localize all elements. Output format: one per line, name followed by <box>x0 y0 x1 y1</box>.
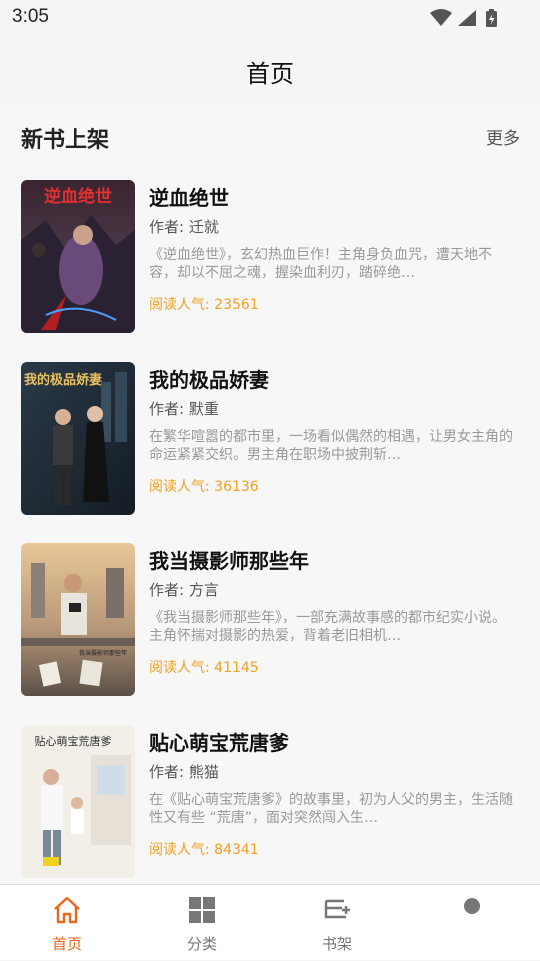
cover-title: 逆血绝世 <box>44 186 112 207</box>
nav-label-category: 分类 <box>186 935 217 953</box>
nav-label-home: 首页 <box>51 935 82 953</box>
main-content[interactable]: 新书上架 更多 逆血绝世 逆血绝世 作者: 迁就 《逆血绝世》，玄幻热血巨作！主… <box>0 102 540 884</box>
nav-item-category[interactable]: 分类 <box>152 885 252 961</box>
book-title[interactable]: 我当摄影师那些年 <box>149 545 309 574</box>
book-cover[interactable]: 逆血绝世 <box>21 180 135 333</box>
book-cover[interactable]: 我当摄影师那些年 <box>21 543 135 696</box>
grid-icon <box>189 897 215 923</box>
cover-title: 贴心萌宝荒唐爹 <box>35 734 112 748</box>
page-title: 首页 <box>246 60 294 88</box>
wifi-icon <box>430 9 452 26</box>
popularity-value: 23561 <box>214 297 259 313</box>
status-icons <box>430 9 497 27</box>
profile-icon <box>461 898 483 925</box>
book-author: 作者: 方言 <box>149 581 219 599</box>
book-description: 《我当摄影师那些年》，一部充满故事感的都市纪实小说。主角怀揣对摄影的热爱，背着老… <box>149 610 506 644</box>
nav-label-bookshelf: 书架 <box>321 935 352 953</box>
cover-title: 我当摄影师那些年 <box>79 649 127 657</box>
book-item[interactable]: 我当摄影师那些年 我当摄影师那些年 作者: 方言 《我当摄影师那些年》，一部充满… <box>0 543 540 703</box>
popularity-value: 41145 <box>214 660 259 676</box>
popularity-value: 84341 <box>214 842 259 858</box>
nav-item-home[interactable]: 首页 <box>17 885 117 961</box>
book-cover[interactable]: 我的极品娇妻 <box>21 362 135 515</box>
popularity-label: 阅读人气: <box>149 297 215 313</box>
book-title[interactable]: 我的极品娇妻 <box>149 364 269 393</box>
cover-title: 我的极品娇妻 <box>24 372 102 388</box>
book-description: 在繁华喧嚣的都市里，一场看似偶然的相遇，让男女主角的命运紧紧交织。男主角在职场中… <box>149 429 513 463</box>
app-bar: 首页 <box>0 36 540 102</box>
book-item[interactable]: 我的极品娇妻 我的极品娇妻 作者: 默重 在繁华喧嚣的都市里，一场看似偶然的相遇… <box>0 362 540 522</box>
book-description: 《逆血绝世》，玄幻热血巨作！主角身负血咒，遭天地不容，却以不屈之魂，握染血利刃，… <box>149 247 492 281</box>
popularity-value: 36136 <box>214 479 259 495</box>
more-link[interactable]: 更多 <box>486 124 520 149</box>
book-popularity: 阅读人气: 84341 <box>149 839 259 859</box>
book-popularity: 阅读人气: 36136 <box>149 476 259 496</box>
nav-item-profile[interactable] <box>422 885 522 961</box>
book-item[interactable]: 逆血绝世 逆血绝世 作者: 迁就 《逆血绝世》，玄幻热血巨作！主角身负血咒，遭天… <box>0 180 540 340</box>
status-time: 3:05 <box>12 6 49 27</box>
bookshelf-icon <box>324 899 350 919</box>
popularity-label: 阅读人气: <box>149 842 215 858</box>
nav-item-bookshelf[interactable]: 书架 <box>287 885 387 961</box>
book-item[interactable]: 贴心萌宝荒唐爹 贴心萌宝荒唐爹 作者: 熊猫 在《贴心萌宝荒唐爹》的故事里，初为… <box>0 725 540 884</box>
book-author: 作者: 熊猫 <box>149 763 219 781</box>
status-bar: 3:05 <box>0 0 540 36</box>
section-title: 新书上架 <box>21 128 110 153</box>
popularity-label: 阅读人气: <box>149 479 215 495</box>
home-icon <box>54 896 80 924</box>
book-description: 在《贴心萌宝荒唐爹》的故事里，初为人父的男主，生活随性又有些 “荒唐”，面对突然… <box>149 792 513 826</box>
popularity-label: 阅读人气: <box>149 660 215 676</box>
bottom-navigation: 首页 分类 书架 <box>0 884 540 960</box>
book-title[interactable]: 逆血绝世 <box>149 182 229 211</box>
book-title[interactable]: 贴心萌宝荒唐爹 <box>149 727 289 756</box>
book-popularity: 阅读人气: 41145 <box>149 657 259 677</box>
book-popularity: 阅读人气: 23561 <box>149 294 259 314</box>
book-author: 作者: 默重 <box>149 400 219 418</box>
battery-icon <box>486 9 497 27</box>
signal-icon <box>458 10 476 26</box>
book-author: 作者: 迁就 <box>149 218 219 236</box>
section-header: 新书上架 更多 <box>0 102 540 168</box>
book-cover[interactable]: 贴心萌宝荒唐爹 <box>21 725 135 878</box>
